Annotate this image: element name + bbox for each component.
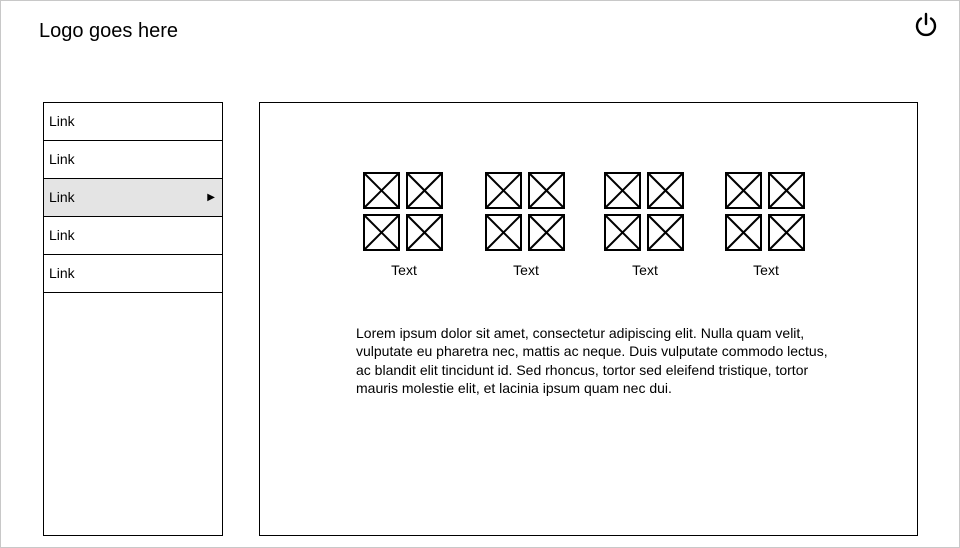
tile-label: Text bbox=[632, 262, 658, 278]
tile-3[interactable]: Text bbox=[603, 171, 687, 281]
logo: Logo goes here bbox=[39, 20, 179, 42]
sidebar-item-label: Link bbox=[49, 151, 75, 167]
tile-2[interactable]: Text bbox=[484, 171, 568, 281]
sidebar-item-link-2[interactable]: Link bbox=[44, 141, 222, 179]
sidebar-item-label: Link bbox=[49, 265, 75, 281]
sidebar-item-label: Link bbox=[49, 113, 75, 129]
tile-4[interactable]: Text bbox=[724, 171, 808, 281]
arrow-right-icon: ▶ bbox=[207, 192, 215, 203]
tile-label: Text bbox=[753, 262, 779, 278]
sidebar-item-link-5[interactable]: Link bbox=[44, 255, 222, 293]
tile-label: Text bbox=[391, 262, 417, 278]
sidebar-item-label: Link bbox=[49, 189, 75, 205]
body-paragraph: Lorem ipsum dolor sit amet, consectetur … bbox=[356, 325, 828, 396]
power-icon[interactable] bbox=[912, 11, 940, 39]
tile-label: Text bbox=[513, 262, 539, 278]
sidebar: Link Link Link ▶ Link Link bbox=[43, 102, 223, 536]
main-content-panel: Text Text Text Text Lorem ipsum dolor si… bbox=[259, 102, 918, 536]
sidebar-item-link-4[interactable]: Link bbox=[44, 217, 222, 255]
sidebar-item-link-1[interactable]: Link bbox=[44, 103, 222, 141]
sidebar-item-link-3[interactable]: Link ▶ bbox=[44, 179, 222, 217]
tile-1[interactable]: Text bbox=[362, 171, 446, 281]
sidebar-item-label: Link bbox=[49, 227, 75, 243]
